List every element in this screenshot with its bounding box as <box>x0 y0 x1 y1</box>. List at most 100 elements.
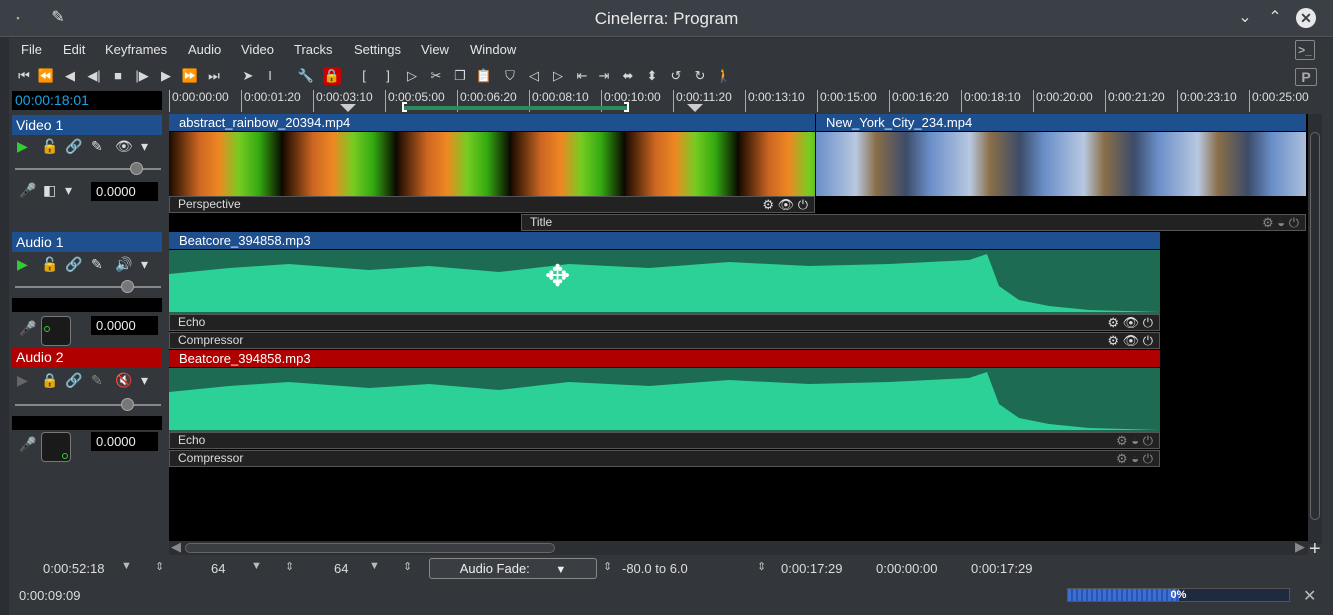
menu-video[interactable]: Video <box>241 42 274 57</box>
overlay-icon[interactable]: ◧ <box>43 182 56 199</box>
updown-icon[interactable]: ⇕ <box>757 560 766 573</box>
gang-icon[interactable]: 🔗 <box>65 138 82 155</box>
track-title-audio1[interactable]: Audio 1 <box>12 232 162 252</box>
in-point-marker[interactable] <box>402 102 407 112</box>
lock-track-icon[interactable]: 🔓 <box>41 138 58 155</box>
audio-fade-dropdown[interactable]: Audio Fade: ▼ <box>429 558 597 579</box>
effect-controls-icon[interactable]: ⚙ 👁 ⏻ <box>1107 333 1153 348</box>
fit-time-icon[interactable]: ⬌ <box>619 67 637 85</box>
expand-icon[interactable]: ▾ <box>141 372 148 389</box>
scroll-thumb[interactable] <box>185 543 555 553</box>
arrow-tool-icon[interactable]: ➤ <box>239 67 257 85</box>
video1-value[interactable]: 0.0000 <box>91 182 158 201</box>
track-title-audio2[interactable]: Audio 2 <box>12 347 162 367</box>
keyframe-tool-icon[interactable]: 🔧 <box>297 67 315 85</box>
lock-icon[interactable]: 🔒 <box>323 67 341 85</box>
menu-tracks[interactable]: Tracks <box>294 42 333 57</box>
frame-back-icon[interactable]: ◀| <box>85 67 103 85</box>
label-icon[interactable]: ▷ <box>403 67 421 85</box>
next-label-icon[interactable]: ▷ <box>549 67 567 85</box>
menu-file[interactable]: File <box>21 42 42 57</box>
mode-dropdown-icon[interactable]: ▾ <box>65 182 72 199</box>
speaker-icon[interactable]: 🔊 <box>115 256 132 273</box>
draw-icon[interactable]: ✎ <box>91 256 103 273</box>
expand-icon[interactable]: ▾ <box>141 138 148 155</box>
audio2-value[interactable]: 0.0000 <box>91 432 158 451</box>
menu-window[interactable]: Window <box>470 42 516 57</box>
fade-slider[interactable] <box>15 404 161 406</box>
maximize-icon[interactable]: ⌃ <box>1265 8 1285 28</box>
timeline-canvas[interactable]: abstract_rainbow_20394.mp4 New_York_City… <box>169 114 1308 542</box>
updown-icon[interactable]: ⇕ <box>403 560 412 573</box>
reverse-play-icon[interactable]: ◀ <box>61 67 79 85</box>
eye-icon[interactable]: 👁 <box>115 138 133 155</box>
vertical-scrollbar[interactable] <box>1308 114 1322 544</box>
fade-slider[interactable] <box>15 286 161 288</box>
effect-controls-icon[interactable]: ⚙ 👁 ⏻ <box>762 197 808 212</box>
track-title-video1[interactable]: Video 1 <box>12 115 162 135</box>
ibeam-tool-icon[interactable]: I <box>261 67 279 85</box>
p-button[interactable]: P <box>1295 68 1317 86</box>
scroll-left-icon[interactable]: ◀ <box>171 539 181 555</box>
redo-icon[interactable]: ↻ <box>691 67 709 85</box>
menu-keyframes[interactable]: Keyframes <box>105 42 167 57</box>
mic-icon[interactable]: 🎤 <box>19 182 36 199</box>
paste-icon[interactable]: 📋 <box>475 67 493 85</box>
prev-label-icon[interactable]: ◁ <box>525 67 543 85</box>
chevron-down-icon[interactable]: ▼ <box>121 560 132 572</box>
edit-title[interactable]: Beatcore_394858.mp3 <box>169 350 1160 367</box>
edit-title[interactable]: Beatcore_394858.mp3 <box>169 232 1160 249</box>
menu-edit[interactable]: Edit <box>63 42 85 57</box>
fade-knob[interactable] <box>130 162 143 175</box>
chevron-down-icon[interactable]: ▼ <box>251 560 262 572</box>
play-icon[interactable]: ▶ <box>157 67 175 85</box>
mute-icon[interactable]: 🔇 <box>115 372 132 389</box>
gang-icon[interactable]: 🔗 <box>65 256 82 273</box>
draw-icon[interactable]: ✎ <box>91 138 103 155</box>
walk-icon[interactable]: 🚶 <box>715 67 733 85</box>
fast-forward-icon[interactable]: ⏩ <box>181 67 199 85</box>
effect-controls-icon[interactable]: ⚙ 👁 ⏻ <box>1107 315 1153 330</box>
goto-end-icon[interactable]: ⏭ <box>205 67 223 85</box>
edit-title[interactable]: New_York_City_234.mp4 <box>816 114 1306 131</box>
audio1-value[interactable]: 0.0000 <box>91 316 158 335</box>
cancel-icon[interactable]: ✕ <box>1303 586 1316 606</box>
effect-controls-icon[interactable]: ⚙ ◒ ⏻ <box>1262 215 1299 230</box>
chevron-down-icon[interactable]: ▼ <box>369 560 380 572</box>
lock-track-icon[interactable]: 🔒 <box>41 372 58 389</box>
effect-controls-icon[interactable]: ⚙ ◒ ⏻ <box>1116 433 1153 448</box>
out-point-marker[interactable] <box>624 102 629 112</box>
frame-forward-icon[interactable]: |▶ <box>133 67 151 85</box>
expand-icon[interactable]: ▾ <box>141 256 148 273</box>
close-icon[interactable]: ✕ <box>1296 8 1316 28</box>
menu-view[interactable]: View <box>421 42 449 57</box>
stop-icon[interactable]: ■ <box>109 67 127 85</box>
in-point-icon[interactable]: [ <box>355 67 373 85</box>
label-marker[interactable] <box>340 104 356 112</box>
mic-icon[interactable]: 🎤 <box>19 320 36 337</box>
scroll-right-icon[interactable]: ▶ <box>1295 539 1305 555</box>
pan-control[interactable] <box>41 432 71 462</box>
fit-height-icon[interactable]: ⬍ <box>643 67 661 85</box>
effect-controls-icon[interactable]: ⚙ ◒ ⏻ <box>1116 451 1153 466</box>
lock-track-icon[interactable]: 🔓 <box>41 256 58 273</box>
menu-settings[interactable]: Settings <box>354 42 401 57</box>
undo-icon[interactable]: ↺ <box>667 67 685 85</box>
updown-icon[interactable]: ⇕ <box>285 560 294 573</box>
next-edit-icon[interactable]: ⇥ <box>595 67 613 85</box>
cut-icon[interactable]: ✂ <box>427 67 445 85</box>
pan-control[interactable] <box>41 316 71 346</box>
play-track-icon[interactable]: ▶ <box>17 256 28 273</box>
menu-audio[interactable]: Audio <box>188 42 221 57</box>
out-point-icon[interactable]: ] <box>379 67 397 85</box>
play-track-icon[interactable]: ▶ <box>17 138 28 155</box>
label-marker[interactable] <box>687 104 703 112</box>
copy-icon[interactable]: ❐ <box>451 67 469 85</box>
draw-icon[interactable]: ✎ <box>91 372 103 389</box>
updown-icon[interactable]: ⇕ <box>603 560 612 573</box>
timeline-ruler[interactable]: 0:00:00:00 0:00:01:20 0:00:03:10 0:00:05… <box>169 88 1310 114</box>
add-label-icon[interactable]: ⛉ <box>501 67 519 85</box>
terminal-icon[interactable]: >_ <box>1295 40 1315 60</box>
prev-edit-icon[interactable]: ⇤ <box>573 67 591 85</box>
updown-icon[interactable]: ⇕ <box>155 560 164 573</box>
